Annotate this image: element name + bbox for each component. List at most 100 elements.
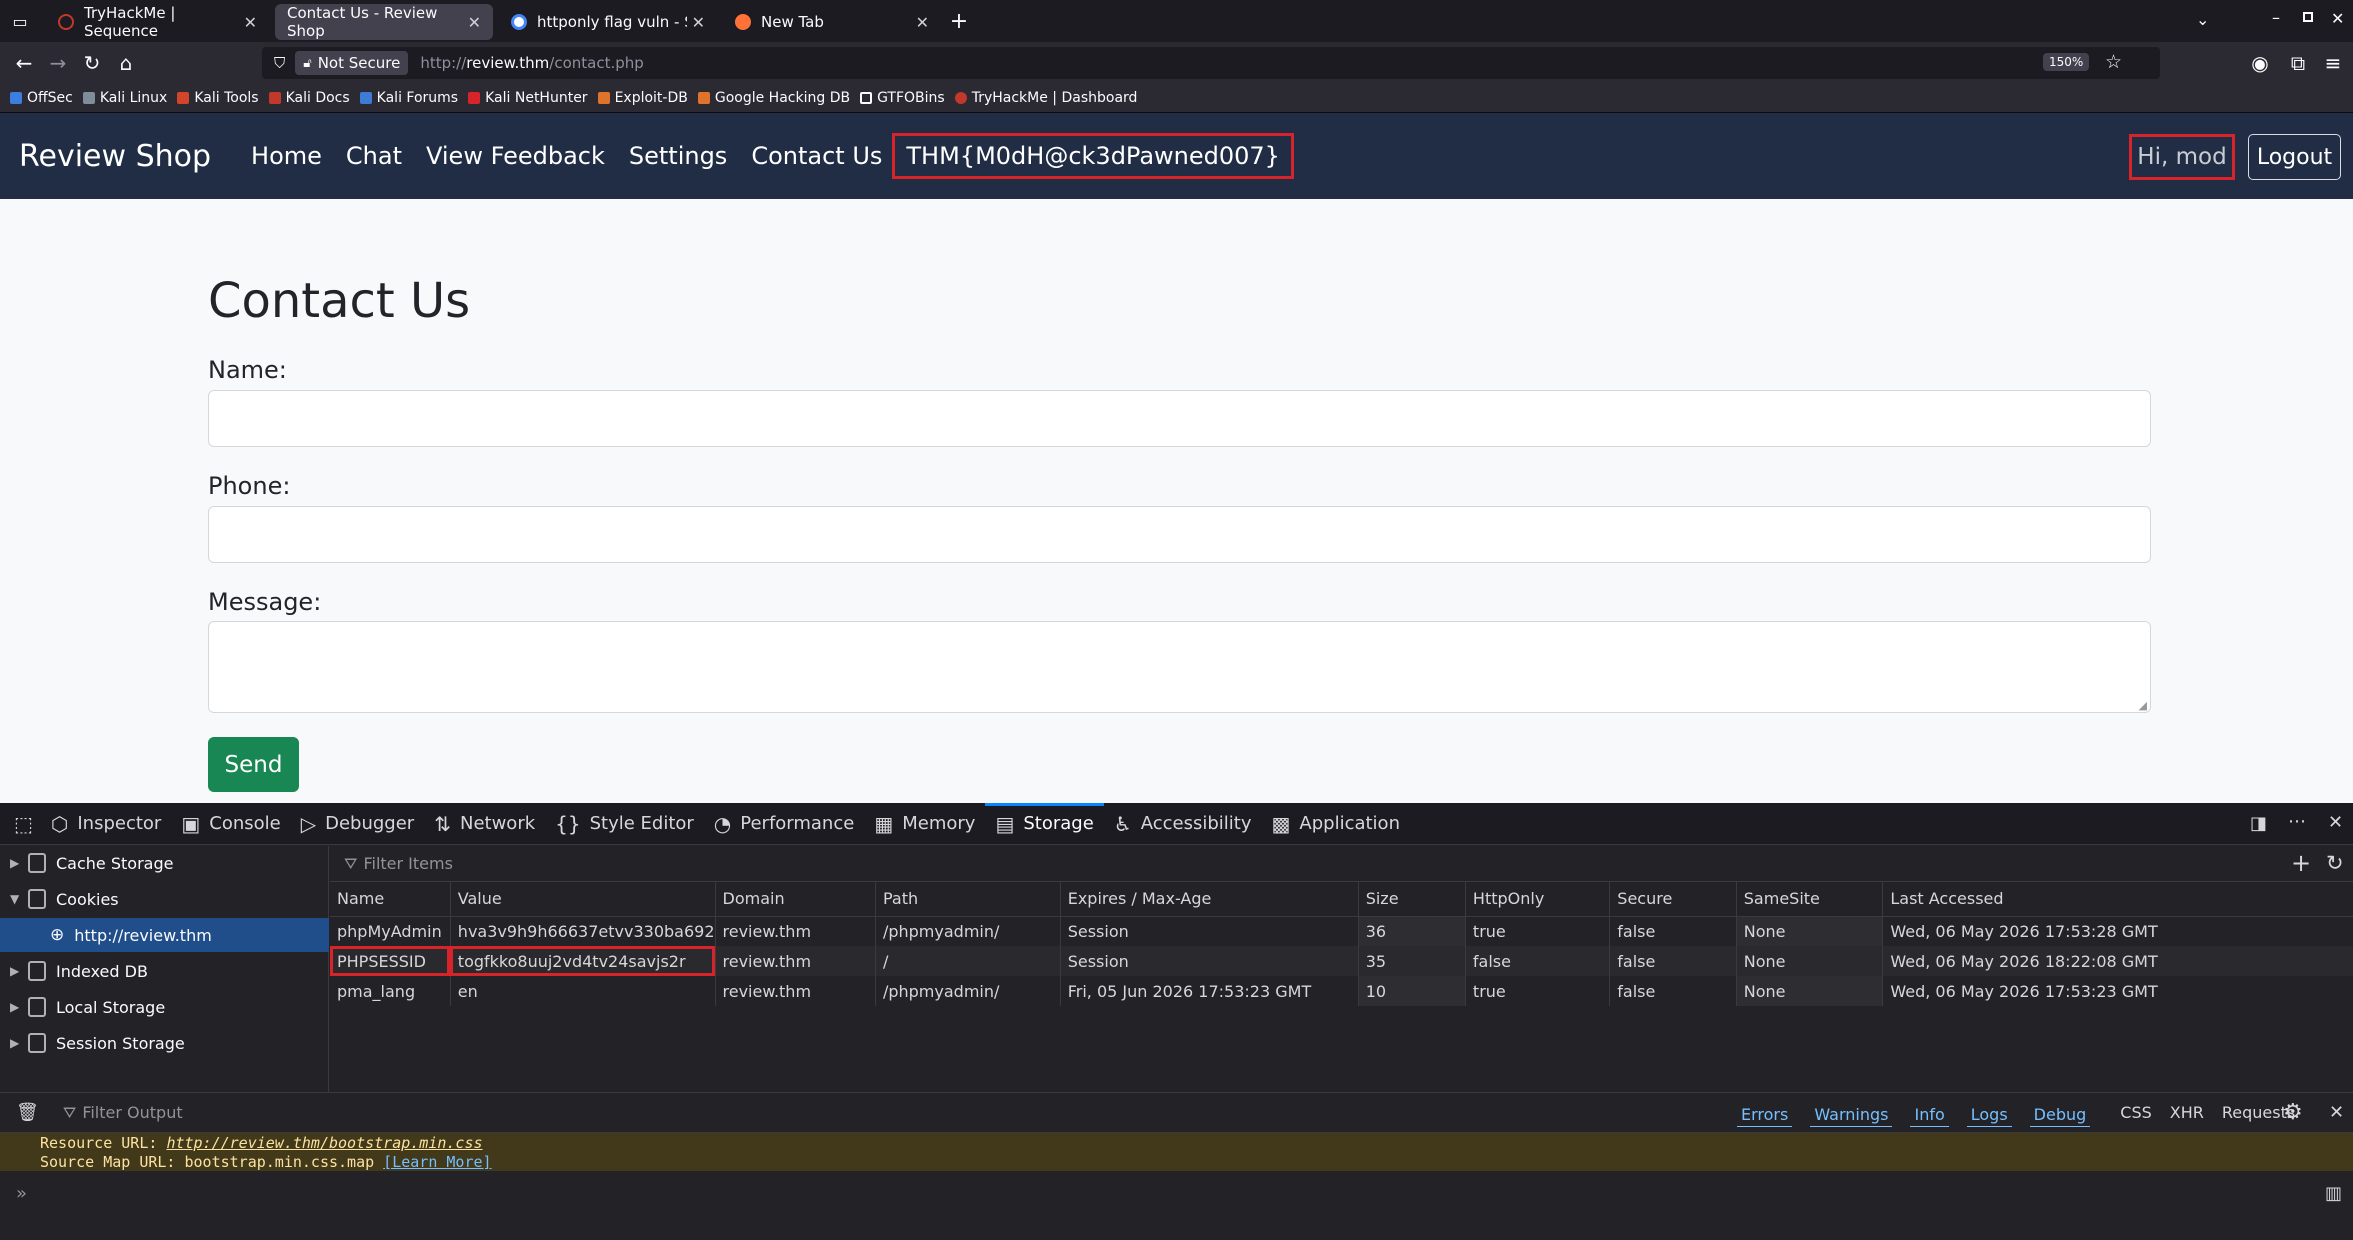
phone-field[interactable] [208, 506, 2151, 563]
back-arrow-icon[interactable]: ← [7, 46, 41, 80]
column-header[interactable]: HttpOnly [1465, 882, 1611, 917]
refresh-icon[interactable]: ↻ [2326, 851, 2344, 875]
maximize-window-icon[interactable] [2303, 12, 2313, 22]
bookmark-star-icon[interactable]: ☆ [2105, 51, 2122, 73]
bookmark-kali-docs[interactable]: Kali Docs [268, 90, 350, 106]
menu-hamburger-icon[interactable]: ≡ [2316, 46, 2350, 80]
console-settings-gear-icon[interactable]: ⚙ [2283, 1100, 2303, 1125]
tab-inspector[interactable]: ⬡ Inspector [41, 803, 171, 845]
zoom-badge[interactable]: 150% [2043, 53, 2090, 71]
bookmark-kali-tools[interactable]: Kali Tools [177, 90, 259, 106]
nav-settings[interactable]: Settings [629, 142, 727, 170]
column-header[interactable]: SameSite [1736, 882, 1884, 917]
dock-toggle-icon[interactable]: ◨ [2250, 813, 2267, 834]
cookie-expires[interactable]: Session [1060, 916, 1359, 946]
sidebar-item-review-thm[interactable]: ⊕ http://review.thm [0, 918, 329, 952]
cookie-size[interactable]: 36 [1358, 916, 1466, 946]
cookie-value[interactable]: en [450, 976, 716, 1006]
trash-icon[interactable]: 🗑︎ [16, 1102, 39, 1123]
sidebar-item-indexed-db[interactable]: ▶ Indexed DB [0, 954, 329, 988]
filter-css[interactable]: CSS [2120, 1103, 2151, 1127]
sidebar-item-cookies[interactable]: ▼ Cookies [0, 882, 329, 916]
filter-logs[interactable]: Logs [1966, 1103, 2012, 1127]
cookie-samesite[interactable]: None [1736, 916, 1884, 946]
cookie-domain[interactable]: review.thm [715, 946, 876, 976]
tab-console[interactable]: ▣ Console [171, 803, 290, 845]
cookie-expires[interactable]: Session [1060, 946, 1359, 976]
bookmark-google-hacking-db[interactable]: Google Hacking DB [697, 90, 850, 106]
cookie-last-accessed[interactable]: Wed, 06 May 2026 18:22:08 GMT [1882, 946, 2353, 976]
bookmark-kali-nethunter[interactable]: Kali NetHunter [468, 90, 588, 106]
message-field[interactable]: ◢ [208, 621, 2151, 713]
tab-application[interactable]: ▩ Application [1262, 803, 1410, 845]
cookie-last-accessed[interactable]: Wed, 06 May 2026 17:53:28 GMT [1883, 916, 2353, 946]
cookie-samesite[interactable]: None [1736, 976, 1884, 1006]
tab-style-editor[interactable]: {} Style Editor [545, 803, 704, 845]
filter-output-input[interactable]: Filter Output [82, 1103, 182, 1122]
tab-debugger[interactable]: ▷ Debugger [291, 803, 425, 845]
sidebar-item-session-storage[interactable]: ▶ Session Storage [0, 1026, 329, 1060]
shield-icon[interactable]: ⛉ [274, 54, 285, 72]
column-header[interactable]: Secure [1609, 882, 1737, 917]
table-row[interactable]: pma_lang en review.thm /phpmyadmin/ Fri,… [330, 976, 2353, 1006]
close-window-icon[interactable]: ✕ [2331, 9, 2344, 28]
column-header[interactable]: Domain [715, 882, 876, 917]
close-tab-icon[interactable]: ✕ [244, 13, 257, 32]
minimize-window-icon[interactable]: – [2272, 8, 2280, 27]
cookie-name[interactable]: phpMyAdmin [330, 916, 451, 946]
sidebar-item-local-storage[interactable]: ▶ Local Storage [0, 990, 329, 1024]
filter-info[interactable]: Info [1910, 1103, 1949, 1127]
column-header[interactable]: Path [875, 882, 1061, 917]
cookie-size[interactable]: 10 [1358, 976, 1466, 1006]
cookie-path[interactable]: /phpmyadmin/ [875, 916, 1061, 946]
cookie-name[interactable]: PHPSESSID [330, 946, 451, 976]
cookie-value[interactable]: togfkko8uuj2vd4tv24savjs2r [450, 946, 716, 976]
close-tab-icon[interactable]: ✕ [692, 13, 705, 32]
cookie-secure[interactable]: false [1609, 916, 1737, 946]
learn-more-link[interactable]: [Learn More] [383, 1153, 491, 1171]
nav-contact-us[interactable]: Contact Us [751, 142, 882, 170]
cookie-httponly[interactable]: false [1465, 946, 1611, 976]
expand-arrow-icon[interactable]: ▶ [10, 1036, 24, 1050]
cookie-size[interactable]: 35 [1358, 946, 1466, 976]
cookie-samesite[interactable]: None [1736, 946, 1884, 976]
expand-arrow-icon[interactable]: ▶ [10, 856, 24, 870]
split-console-icon[interactable]: ▥ [2325, 1183, 2342, 1204]
extensions-icon[interactable]: ⧉ [2281, 46, 2315, 80]
url-text[interactable]: http://review.thm/contact.php [420, 54, 643, 72]
tab-tryhackme-sequence[interactable]: TryHackMe | Sequence ✕ [46, 4, 269, 40]
column-header[interactable]: Value [450, 882, 716, 917]
column-header[interactable]: Last Accessed [1882, 882, 2353, 917]
cookie-secure[interactable]: false [1609, 976, 1737, 1006]
filter-xhr[interactable]: XHR [2170, 1103, 2204, 1127]
nav-home[interactable]: Home [251, 142, 322, 170]
column-header[interactable]: Expires / Max-Age [1060, 882, 1359, 917]
tab-list-icon[interactable]: ▭ [0, 3, 40, 39]
cookie-path[interactable]: /phpmyadmin/ [875, 976, 1061, 1006]
logout-button[interactable]: Logout [2248, 134, 2341, 180]
filter-debug[interactable]: Debug [2029, 1103, 2091, 1127]
bookmark-offsec[interactable]: OffSec [10, 90, 73, 106]
cookie-secure[interactable]: false [1609, 946, 1737, 976]
more-options-icon[interactable]: ⋯ [2288, 811, 2306, 832]
tab-performance[interactable]: ◔ Performance [704, 803, 865, 845]
cookie-expires[interactable]: Fri, 05 Jun 2026 17:53:23 GMT [1060, 976, 1359, 1006]
cookie-httponly[interactable]: true [1465, 916, 1611, 946]
bookmark-tryhackme-dashboard[interactable]: TryHackMe | Dashboard [954, 90, 1137, 106]
cookie-domain[interactable]: review.thm [715, 916, 876, 946]
expand-arrow-icon[interactable]: ▶ [10, 964, 24, 978]
table-row[interactable]: phpMyAdmin hva3v9h9h66637etvv330ba692 re… [330, 916, 2353, 946]
list-all-tabs-icon[interactable]: ⌄ [2196, 10, 2209, 29]
bookmark-kali-linux[interactable]: Kali Linux [82, 90, 167, 106]
cookie-path[interactable]: / [875, 946, 1061, 976]
url-bar[interactable]: ⛉ 🔓︎ Not Secure http://review.thm/contac… [262, 47, 2160, 79]
sidebar-item-cache-storage[interactable]: ▶ Cache Storage [0, 846, 329, 880]
send-button[interactable]: Send [208, 737, 299, 792]
tab-contact-us[interactable]: Contact Us - Review Shop ✕ [275, 4, 493, 40]
close-tab-icon[interactable]: ✕ [916, 13, 929, 32]
add-item-icon[interactable]: + [2291, 849, 2311, 877]
filter-warnings[interactable]: Warnings [1810, 1103, 1893, 1127]
nav-view-feedback[interactable]: View Feedback [426, 142, 605, 170]
close-console-icon[interactable]: ✕ [2329, 1102, 2344, 1123]
collapse-arrow-icon[interactable]: ▼ [10, 892, 24, 906]
